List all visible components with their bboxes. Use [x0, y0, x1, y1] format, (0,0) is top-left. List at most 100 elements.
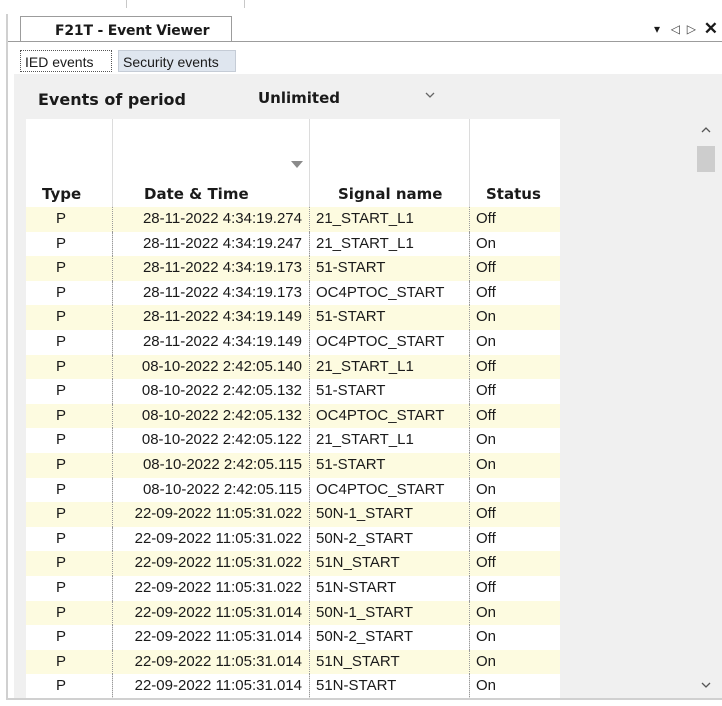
- cell-date-time: 08-10-2022 2:42:05.132: [141, 382, 302, 400]
- scroll-down-icon[interactable]: [701, 677, 711, 692]
- cell-divider: [469, 329, 470, 355]
- cell-type: P: [56, 332, 67, 350]
- column-header-type[interactable]: Type: [42, 185, 81, 203]
- cell-type: P: [56, 455, 67, 473]
- cell-date-time: 08-10-2022 2:42:05.132: [141, 406, 302, 424]
- table-row[interactable]: P 28-11-2022 4:34:19.173 OC4PTOC_START Off: [26, 280, 560, 306]
- document-tab-title: F21T - Event Viewer: [55, 23, 210, 39]
- table-row[interactable]: P 08-10-2022 2:42:05.122 21_START_L1 On: [26, 428, 560, 453]
- cell-signal-name: 50N-1_START: [316, 505, 413, 523]
- table-row[interactable]: P 22-09-2022 11:05:31.022 51N-START Off: [26, 575, 560, 601]
- cell-divider: [112, 600, 113, 626]
- events-of-period-label: Events of period: [38, 90, 186, 109]
- cell-divider: [309, 379, 310, 404]
- column-header-signal-name[interactable]: Signal name: [338, 185, 442, 203]
- cell-divider: [309, 231, 310, 257]
- tab-ied-events[interactable]: IED events: [20, 50, 112, 72]
- cell-date-time: 28-11-2022 4:34:19.149: [142, 308, 302, 326]
- cell-divider: [112, 428, 113, 453]
- cell-divider: [112, 280, 113, 306]
- cell-divider: [112, 649, 113, 675]
- cell-status: Off: [476, 505, 496, 523]
- table-row[interactable]: P 22-09-2022 11:05:31.014 51N-START On: [26, 674, 560, 698]
- cell-divider: [469, 477, 470, 503]
- sort-descending-icon: [291, 161, 303, 168]
- column-header-status[interactable]: Status: [486, 185, 541, 203]
- cell-date-time: 28-11-2022 4:34:19.247: [142, 234, 302, 252]
- table-row[interactable]: P 22-09-2022 11:05:31.022 50N-1_START Off: [26, 502, 560, 527]
- cell-divider: [309, 502, 310, 527]
- cell-divider: [469, 674, 470, 698]
- table-row[interactable]: P 22-09-2022 11:05:31.022 51N_START Off: [26, 551, 560, 576]
- cell-type: P: [56, 234, 67, 252]
- table-row[interactable]: P 22-09-2022 11:05:31.022 50N-2_START Off: [26, 526, 560, 552]
- cell-signal-name: 50N-1_START: [316, 603, 413, 621]
- cell-signal-name: OC4PTOC_START: [316, 406, 445, 424]
- cell-signal-name: 51N-START: [316, 677, 397, 695]
- cell-status: Off: [476, 382, 496, 400]
- cell-divider: [112, 354, 113, 380]
- cell-type: P: [56, 357, 67, 375]
- cell-type: P: [56, 677, 67, 695]
- cell-signal-name: 51-START: [316, 308, 386, 326]
- cell-divider: [469, 231, 470, 257]
- vertical-scrollbar[interactable]: [694, 120, 718, 698]
- scroll-left-icon[interactable]: ◁: [671, 22, 680, 36]
- document-tab[interactable]: F21T - Event Viewer: [20, 16, 232, 42]
- scroll-up-icon[interactable]: [701, 122, 711, 137]
- cell-signal-name: 21_START_L1: [316, 234, 414, 252]
- cell-date-time: 08-10-2022 2:42:05.140: [141, 357, 302, 375]
- cell-divider: [112, 207, 113, 232]
- top-strip: [0, 0, 722, 12]
- table-row[interactable]: P 28-11-2022 4:34:19.274 21_START_L1 Off: [26, 207, 560, 232]
- cell-divider: [112, 477, 113, 503]
- table-row[interactable]: P 28-11-2022 4:34:19.149 51-START On: [26, 305, 560, 330]
- cell-divider: [469, 452, 470, 478]
- cell-status: On: [476, 455, 497, 473]
- cell-divider: [112, 502, 113, 527]
- table-header: Type Date & Time Signal name Status: [26, 119, 560, 207]
- cell-divider: [309, 428, 310, 453]
- column-header-date-time[interactable]: Date & Time: [144, 185, 249, 203]
- table-row[interactable]: P 08-10-2022 2:42:05.140 21_START_L1 Off: [26, 354, 560, 380]
- cell-divider: [112, 526, 113, 552]
- table-row[interactable]: P 08-10-2022 2:42:05.132 51-START Off: [26, 379, 560, 404]
- table-row[interactable]: P 22-09-2022 11:05:31.014 50N-1_START On: [26, 600, 560, 626]
- table-row[interactable]: P 22-09-2022 11:05:31.014 51N_START On: [26, 649, 560, 675]
- cell-status: Off: [476, 210, 496, 227]
- table-row[interactable]: P 22-09-2022 11:05:31.014 50N-2_START On: [26, 625, 560, 650]
- table-row[interactable]: P 08-10-2022 2:42:05.115 51-START On: [26, 452, 560, 478]
- cell-divider: [469, 280, 470, 306]
- cell-status: On: [476, 480, 497, 498]
- cell-divider: [309, 625, 310, 650]
- cell-status: On: [476, 628, 497, 646]
- cell-divider: [469, 649, 470, 675]
- cell-divider: [309, 600, 310, 626]
- cell-date-time: 22-09-2022 11:05:31.014: [134, 677, 302, 695]
- toolbar-divider: [244, 0, 245, 8]
- table-row[interactable]: P 08-10-2022 2:42:05.115 OC4PTOC_START On: [26, 477, 560, 503]
- cell-divider: [469, 207, 470, 232]
- cell-date-time: 22-09-2022 11:05:31.022: [134, 554, 302, 572]
- cell-date-time: 22-09-2022 11:05:31.014: [134, 628, 302, 646]
- period-dropdown[interactable]: Unlimited: [246, 84, 446, 110]
- cell-divider: [469, 428, 470, 453]
- scrollbar-thumb[interactable]: [697, 146, 715, 172]
- cell-status: Off: [476, 406, 496, 424]
- close-icon[interactable]: ✕: [704, 19, 718, 39]
- scroll-right-icon[interactable]: ▷: [687, 22, 696, 36]
- tab-security-events[interactable]: Security events: [118, 50, 236, 72]
- table-row[interactable]: P 28-11-2022 4:34:19.149 OC4PTOC_START On: [26, 329, 560, 355]
- cell-type: P: [56, 308, 67, 326]
- table-row[interactable]: P 28-11-2022 4:34:19.173 51-START Off: [26, 256, 560, 281]
- cell-divider: [112, 231, 113, 257]
- cell-divider: [309, 305, 310, 330]
- cell-divider: [112, 674, 113, 698]
- table-row[interactable]: P 28-11-2022 4:34:19.247 21_START_L1 On: [26, 231, 560, 257]
- cell-date-time: 28-11-2022 4:34:19.173: [142, 283, 302, 301]
- window-menu-icon[interactable]: ▾: [654, 22, 660, 36]
- cell-status: On: [476, 603, 497, 621]
- cell-type: P: [56, 480, 67, 498]
- table-row[interactable]: P 08-10-2022 2:42:05.132 OC4PTOC_START Off: [26, 403, 560, 429]
- events-table[interactable]: Type Date & Time Signal name Status P 28-…: [26, 119, 560, 698]
